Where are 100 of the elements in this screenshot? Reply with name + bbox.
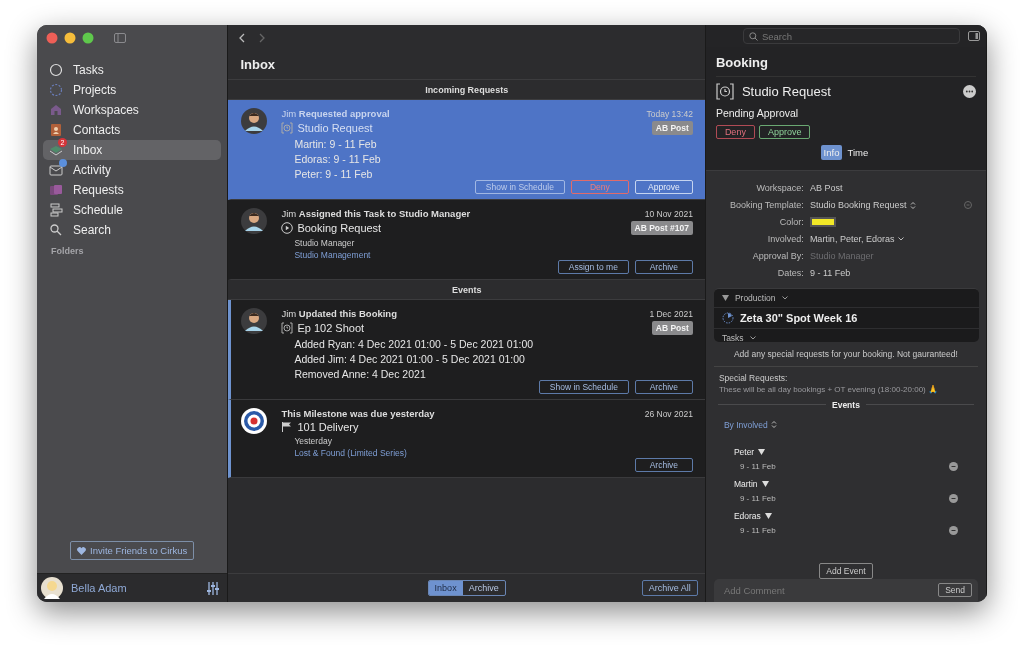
item-title: Studio Request (297, 122, 373, 134)
sidebar-item[interactable]: Requests (43, 180, 222, 200)
panel-toggle-icon[interactable] (968, 31, 980, 42)
avatar-icon (241, 108, 268, 134)
segment-tab[interactable]: Inbox (428, 581, 463, 595)
tasks-label[interactable]: Tasks (721, 333, 744, 342)
triangle-icon[interactable] (761, 480, 769, 487)
field-label: Workspace: (755, 183, 804, 194)
remove-icon[interactable] (949, 493, 958, 503)
approve-button[interactable]: Approve (758, 125, 811, 140)
updown-icon (910, 201, 917, 210)
project-title: Zeta 30" Spot Week 16 (739, 312, 858, 325)
person-name: Edoras (733, 510, 761, 521)
heart-icon (77, 546, 87, 555)
meta-text: Studio Manager (294, 238, 356, 248)
sidebar-item[interactable]: Contacts (43, 120, 222, 140)
inbox-card[interactable]: This Milestone was due yesterday 26 Nov 2021 101 Delivery Yesterday Lost & Found (Limited Series) Archive (228, 400, 705, 478)
action-button[interactable]: Approve (634, 180, 693, 194)
inbox-card[interactable] (228, 300, 705, 400)
triangle-icon[interactable] (758, 448, 766, 455)
sidebar-item[interactable]: Schedule (43, 200, 222, 220)
segment-tab[interactable]: Archive (462, 581, 505, 595)
detail-line: Added Jim: 4 Dec 2021 01:00 - 5 Dec 2021 01:00 (294, 353, 526, 365)
pane-title: Booking (715, 47, 976, 78)
color-swatch[interactable] (809, 217, 836, 228)
action-button[interactable]: Archive (634, 260, 693, 274)
add-event-button[interactable]: Add Event (819, 562, 873, 579)
chevron-icon (898, 237, 905, 242)
section-label: Folders (50, 245, 85, 258)
involved-dropdown[interactable]: Martin, Peter, Edoras (809, 234, 895, 245)
clock-icon (715, 83, 734, 101)
clock-icon (281, 322, 294, 334)
item-title: Ep 102 Shoot (297, 322, 365, 334)
group-by-select[interactable]: By Involved (723, 419, 768, 430)
workspace-tag: AB Post #107 (630, 221, 693, 235)
avatar-icon (41, 577, 63, 599)
sidebar-item[interactable]: Workspaces (43, 100, 222, 120)
sidebar-item[interactable]: Projects (43, 80, 222, 100)
clock-icon (281, 122, 294, 134)
send-button[interactable]: Send (938, 583, 972, 598)
minimize-button[interactable] (64, 31, 76, 44)
event-dates: 9 - 11 Feb (739, 461, 776, 471)
progress-ring-icon (721, 312, 734, 325)
status-label: Pending Approval (715, 107, 800, 120)
action-button[interactable]: Archive (634, 380, 693, 394)
detail-line: Martin: 9 - 11 Feb (294, 138, 378, 150)
activity-summary: Jim Requested approval (281, 108, 390, 119)
project-link[interactable]: Studio Management (294, 250, 693, 260)
inbox-card[interactable]: Jim Assigned this Task to Studio Manager 10 Nov 2021 Booking Request AB Post #107 Studio Manager Studio Management Assign to me Archive (228, 200, 705, 280)
sidebar-item[interactable]: Tasks (43, 60, 222, 80)
date-label: 26 Nov 2021 (644, 409, 693, 419)
back-icon[interactable] (238, 32, 247, 43)
production-label[interactable]: Production (734, 293, 776, 304)
play-icon (281, 222, 294, 234)
search-icon (49, 223, 63, 237)
sliders-icon[interactable] (207, 581, 220, 595)
action-button[interactable]: Show in Schedule (538, 380, 629, 394)
invite-button[interactable]: Invite Friends to Cirkus (70, 541, 195, 560)
person-name: Peter (733, 446, 755, 457)
remove-icon[interactable] (949, 461, 958, 471)
zoom-button[interactable] (82, 31, 94, 44)
workspace-tag: AB Post (651, 121, 693, 135)
more-icon[interactable] (963, 85, 976, 99)
triangle-icon[interactable] (764, 512, 772, 519)
search-field[interactable]: Search (742, 28, 960, 45)
template-select[interactable]: Studio Booking Request (809, 200, 907, 211)
forward-icon[interactable] (258, 32, 267, 43)
person-name: Martin (733, 478, 758, 489)
detail-line: Added Ryan: 4 Dec 2021 01:00 - 5 Dec 2021 01:00 (294, 338, 535, 350)
field-value: 9 - 11 Feb (809, 268, 851, 279)
activity-summary: Jim Assigned this Task to Studio Manager (281, 208, 471, 219)
tray-icon (49, 143, 63, 157)
close-button[interactable] (46, 31, 58, 44)
sidebar-item[interactable]: Search (43, 220, 222, 240)
tab[interactable]: Time (844, 145, 872, 161)
chevron-icon (749, 336, 756, 341)
disclosure-icon[interactable] (721, 295, 729, 302)
sidebar-item[interactable]: Activity (43, 160, 222, 180)
target-logo-icon (241, 408, 268, 434)
project-link[interactable]: Lost & Found (Limited Series) (294, 448, 693, 458)
remove-icon[interactable] (949, 525, 958, 535)
action-button[interactable]: Assign to me (557, 260, 629, 274)
search-icon (748, 32, 758, 42)
field-label: Color: (778, 217, 804, 228)
date-label: 10 Nov 2021 (644, 209, 693, 219)
sidebar-toggle-icon[interactable] (114, 32, 126, 43)
avatar-icon (241, 208, 268, 234)
updown-icon (770, 420, 777, 430)
hint-text: Add any special requests for your booking. Not gauranteed! (713, 341, 978, 367)
detail-line: Removed Anne: 4 Dec 2021 (294, 368, 427, 380)
field-label: Booking Template: (729, 200, 804, 211)
date-label: Today 13:42 (646, 109, 693, 119)
chevron-icon (781, 296, 788, 301)
meta-text: Yesterday (294, 436, 333, 446)
special-requests-text: These will be all day bookings + OT evening (18:00-20:00) 🙏 (718, 384, 939, 394)
workspace-tag: AB Post (651, 321, 693, 335)
archive-all-button[interactable]: Archive All (641, 580, 698, 596)
field-value: AB Post (809, 183, 843, 194)
action-button[interactable]: Archive (634, 458, 693, 472)
deny-button[interactable]: Deny (715, 125, 755, 140)
